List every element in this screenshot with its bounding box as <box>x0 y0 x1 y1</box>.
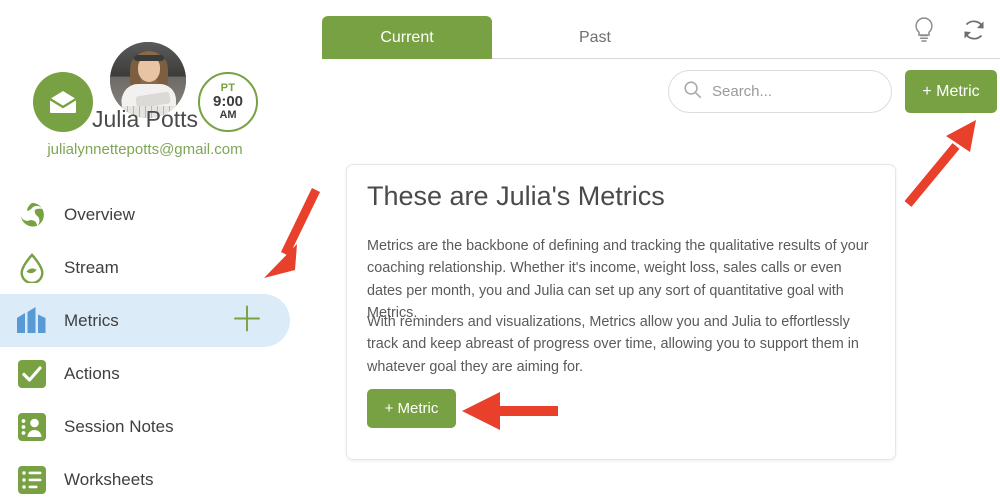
search-input[interactable]: Search... <box>668 70 892 113</box>
arrow-to-top-add-metric <box>900 112 1000 217</box>
sidebar-item-session-notes[interactable]: Session Notes <box>0 400 310 453</box>
sidebar: PT 9:00 AM Julia Potts julialynnettepott… <box>0 0 310 504</box>
pinwheel-icon <box>14 197 50 233</box>
tab-current[interactable]: Current <box>322 16 492 59</box>
tab-past[interactable]: Past <box>510 16 680 59</box>
sidebar-item-overview[interactable]: Overview <box>0 188 310 241</box>
sidebar-item-label: Worksheets <box>64 469 154 489</box>
lightbulb-icon[interactable] <box>908 14 940 46</box>
card-title: These are Julia's Metrics <box>367 181 665 211</box>
search-icon <box>683 80 702 104</box>
user-email[interactable]: julialynnettepotts@gmail.com <box>0 141 290 158</box>
metrics-intro-card: These are Julia's Metrics Metrics are th… <box>346 164 896 460</box>
app-root: PT 9:00 AM Julia Potts julialynnettepott… <box>0 0 1000 504</box>
sidebar-item-label: Metrics <box>64 310 119 330</box>
header-icon-group <box>908 14 990 46</box>
add-metric-button-top[interactable]: + Metric <box>905 70 997 113</box>
droplet-icon <box>14 250 50 286</box>
search-placeholder: Search... <box>712 83 773 100</box>
tab-bar: Current Past <box>310 0 1000 60</box>
sidebar-item-label: Actions <box>64 363 120 383</box>
bar-chart-icon <box>14 303 50 339</box>
sidebar-item-actions[interactable]: Actions <box>0 347 310 400</box>
sidebar-item-label: Overview <box>64 204 135 224</box>
sidebar-item-stream[interactable]: Stream <box>0 241 310 294</box>
check-square-icon <box>14 356 50 392</box>
person-card-icon <box>14 409 50 445</box>
card-paragraph-2: With reminders and visualizations, Metri… <box>367 314 859 375</box>
user-name: Julia Potts <box>91 106 199 132</box>
list-square-icon <box>14 462 50 498</box>
sidebar-nav: Overview Stream Metrics Actions Session … <box>0 188 310 504</box>
sidebar-item-label: Session Notes <box>64 416 174 436</box>
sidebar-item-label: Stream <box>64 257 119 277</box>
sidebar-item-metrics[interactable]: Metrics <box>0 294 290 347</box>
add-metric-button-card[interactable]: + Metric <box>367 389 456 428</box>
add-metric-plus-icon[interactable] <box>232 303 262 338</box>
sidebar-item-worksheets[interactable]: Worksheets <box>0 453 310 504</box>
refresh-icon[interactable] <box>958 14 990 46</box>
